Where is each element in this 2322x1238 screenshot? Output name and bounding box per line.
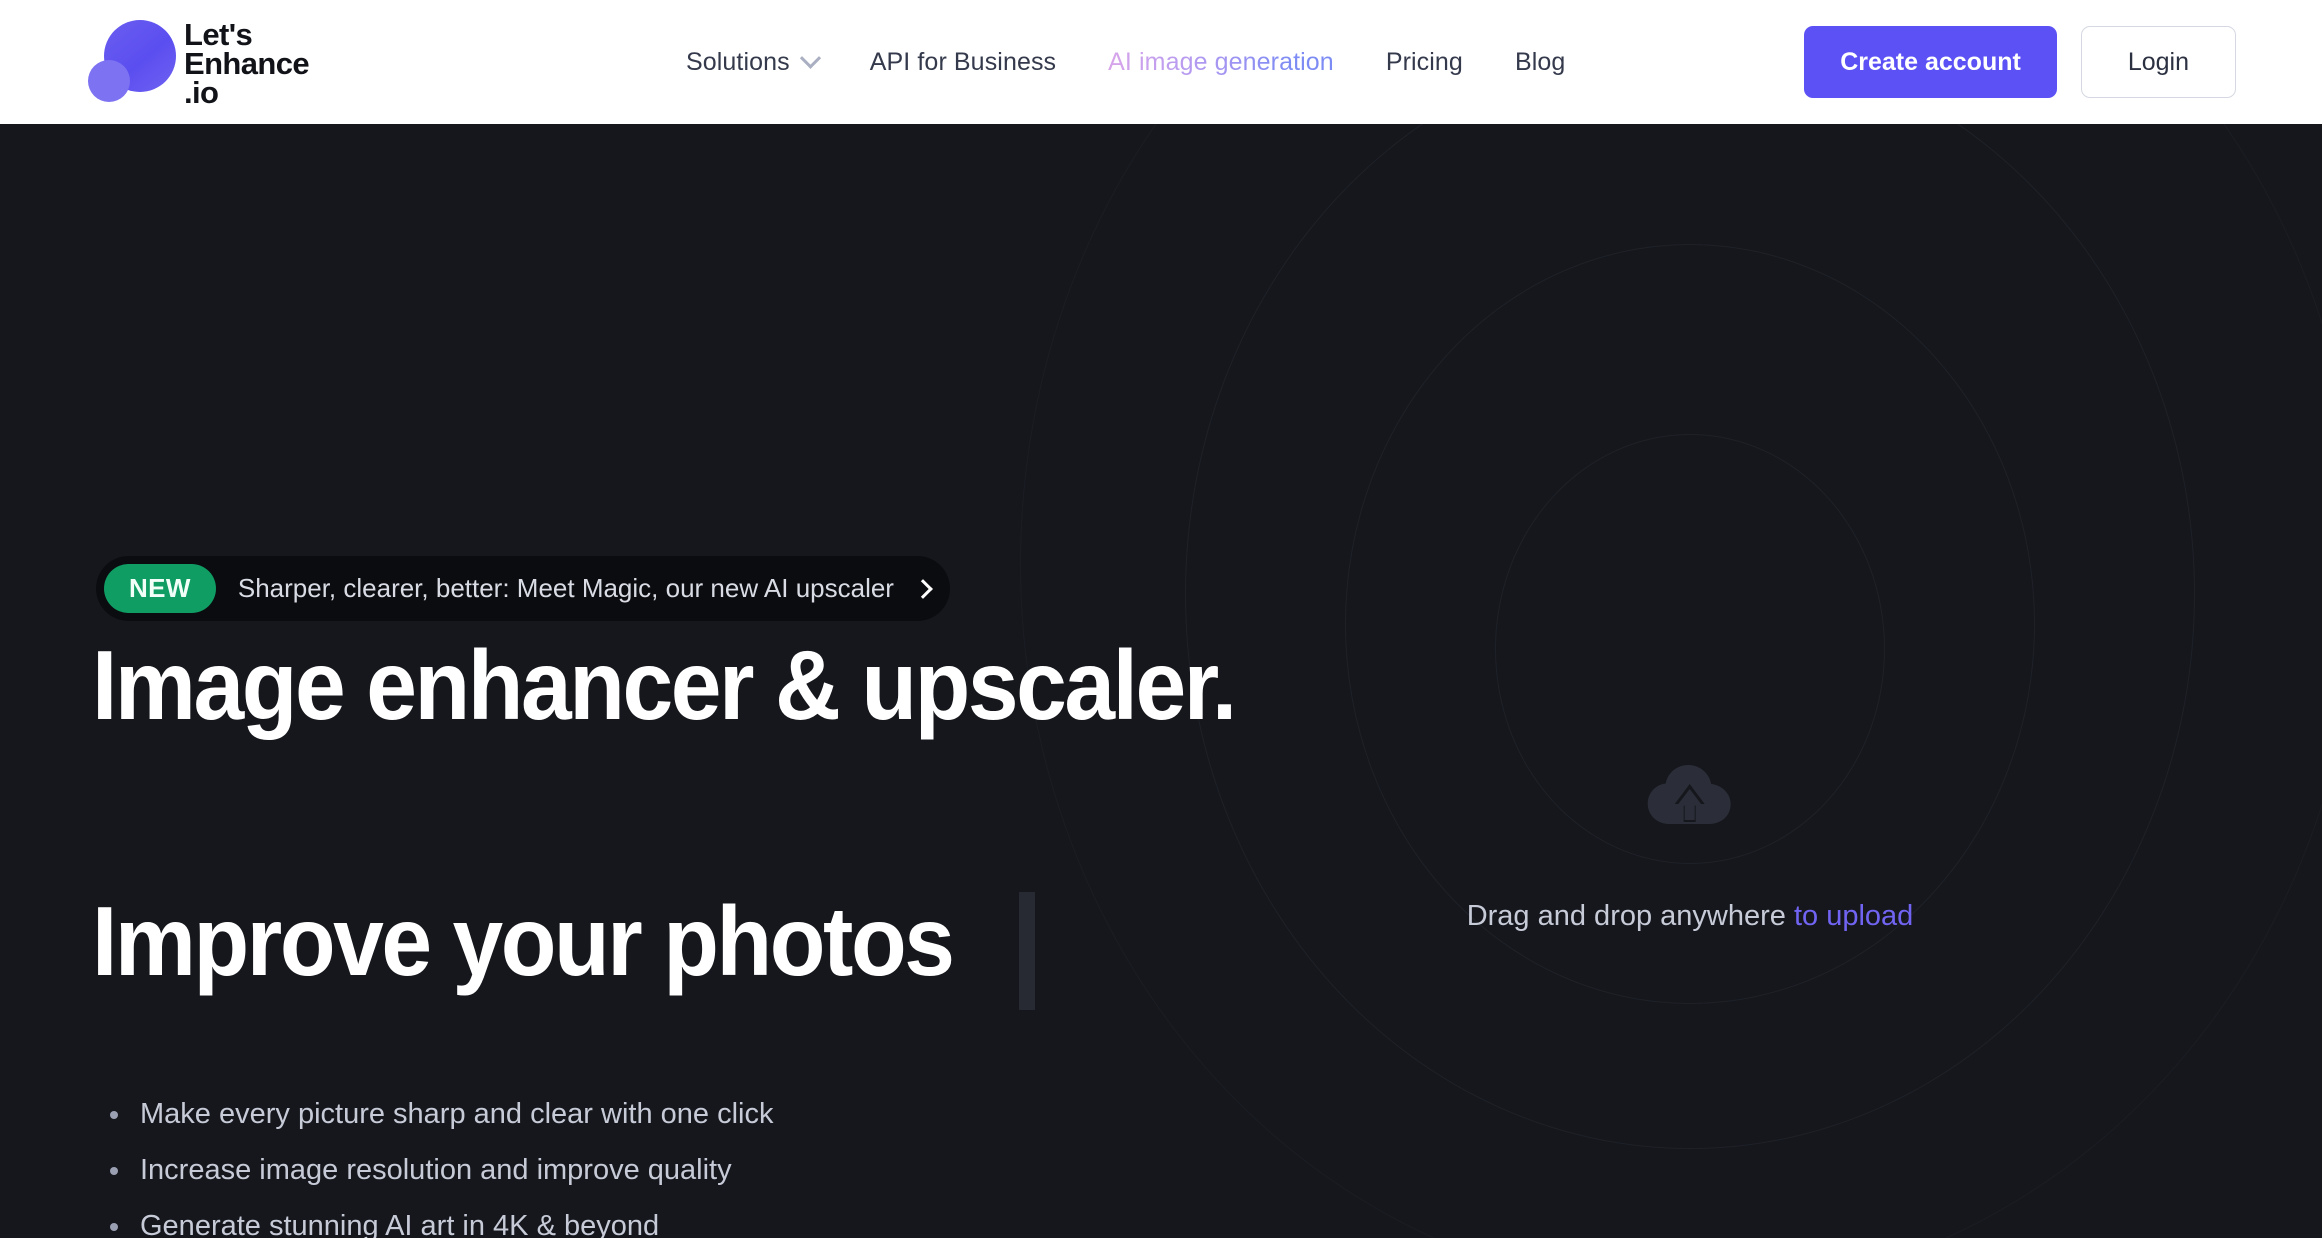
- hero-feature-list: Make every picture sharp and clear with …: [108, 1086, 773, 1238]
- logo-wordmark: Let's Enhance .io: [184, 16, 310, 110]
- typing-caret: [1019, 892, 1036, 1010]
- site-header: Let's Enhance .io Solutions API for Busi…: [0, 0, 2322, 124]
- list-item: Generate stunning AI art in 4K & beyond: [108, 1198, 773, 1238]
- nav-label-pricing: Pricing: [1385, 47, 1463, 76]
- chevron-right-icon: [913, 578, 933, 599]
- upload-dropzone[interactable]: Drag and drop anywhere to upload: [1467, 764, 1914, 933]
- dropzone-text-line: Drag and drop anywhere to upload: [1467, 900, 1914, 933]
- logo-line-1: Let's: [184, 17, 253, 52]
- list-item: Make every picture sharp and clear with …: [108, 1086, 773, 1142]
- header-actions: Create account Login: [1804, 0, 2236, 124]
- chevron-down-icon: [799, 47, 821, 69]
- ukraine-flag-icon: [344, 18, 376, 40]
- logo-mark-icon: [88, 16, 176, 104]
- login-button[interactable]: Login: [2080, 26, 2236, 98]
- new-announcement-banner[interactable]: NEW Sharper, clearer, better: Meet Magic…: [96, 556, 950, 621]
- nav-item-pricing[interactable]: Pricing: [1360, 48, 1489, 77]
- new-banner-text: Sharper, clearer, better: Meet Magic, ou…: [237, 573, 894, 603]
- nav-item-api-for-business[interactable]: API for Business: [844, 48, 1082, 77]
- nav-label-blog: Blog: [1514, 47, 1566, 76]
- nav-label-ai-image-generation: AI image generation: [1108, 47, 1334, 76]
- logo-line-3: .io: [184, 75, 219, 110]
- logo-line-2: Enhance: [184, 46, 310, 81]
- create-account-button[interactable]: Create account: [1804, 26, 2057, 98]
- upload-link[interactable]: to upload: [1794, 900, 1913, 932]
- ring-3: [1185, 124, 2195, 1149]
- new-badge: NEW: [104, 564, 216, 613]
- nav-label-solutions: Solutions: [686, 47, 790, 76]
- logo-lets-enhance[interactable]: Let's Enhance .io: [88, 16, 310, 110]
- hero-heading-primary: Image enhancer & upscaler.: [92, 630, 1237, 740]
- nav-item-ai-image-generation[interactable]: AI image generation: [1082, 48, 1360, 77]
- hero-heading-secondary-wrap: Improve your photos: [92, 886, 1036, 1022]
- nav-item-blog[interactable]: Blog: [1489, 48, 1591, 77]
- nav-item-solutions[interactable]: Solutions: [660, 47, 844, 77]
- hero-heading-secondary: Improve your photos: [92, 886, 955, 996]
- cloud-upload-icon: [1648, 765, 1731, 824]
- list-item: Increase image resolution and improve qu…: [108, 1142, 773, 1198]
- page-root: Let's Enhance .io Solutions API for Busi…: [0, 0, 2322, 1238]
- hero-section: NEW Sharper, clearer, better: Meet Magic…: [0, 124, 2322, 1238]
- main-nav: Solutions API for Business AI image gene…: [660, 0, 1591, 124]
- nav-label-api-for-business: API for Business: [869, 47, 1057, 76]
- dropzone-text: Drag and drop anywhere: [1466, 900, 1786, 932]
